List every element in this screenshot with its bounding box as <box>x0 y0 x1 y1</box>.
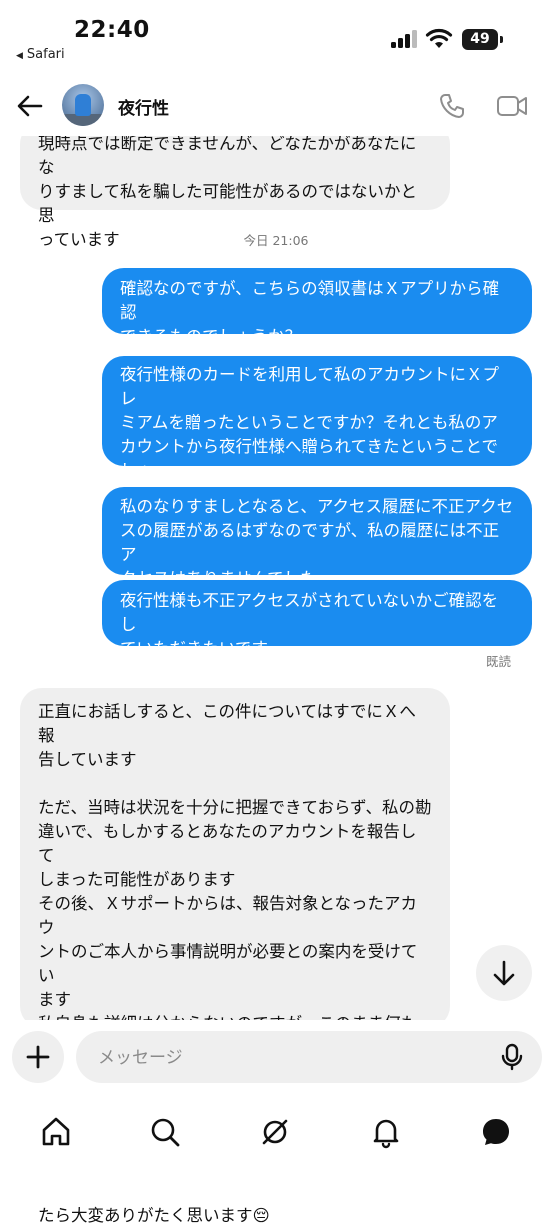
message-input-container[interactable] <box>76 1031 542 1085</box>
microphone-icon[interactable] <box>498 1043 526 1071</box>
conversation-header: 夜行性 <box>0 76 552 136</box>
outgoing-message[interactable]: 私のなりすましとなると、アクセス履歴に不正アクセ スの履歴があるはずなのですが、… <box>102 487 532 588</box>
message-input[interactable] <box>96 1031 490 1085</box>
explore-icon[interactable] <box>253 1110 297 1154</box>
outgoing-message[interactable]: 確認なのですが、こちらの領収書はＸアプリから確認 できるものでしょうか？ <box>102 268 532 346</box>
signal-icon <box>391 30 419 48</box>
messages-icon[interactable] <box>474 1110 518 1154</box>
plus-icon <box>26 1045 50 1069</box>
bottom-tab-bar <box>0 1100 552 1199</box>
status-bar: 22:40 ◀ Safari 49 <box>0 0 552 70</box>
notifications-icon[interactable] <box>364 1110 408 1154</box>
message-timestamp: 今日 21:06 <box>243 233 309 248</box>
outgoing-message[interactable]: 夜行性様のカードを利用して私のアカウントにＸプレ ミアムを贈ったということですか… <box>102 356 532 504</box>
phone-icon[interactable] <box>438 92 466 120</box>
contact-avatar[interactable] <box>62 84 104 126</box>
message-composer <box>0 1020 552 1100</box>
battery-cap <box>500 36 503 43</box>
back-to-app-link[interactable]: ◀ Safari <box>16 47 65 62</box>
status-time: 22:40 <box>74 17 150 43</box>
incoming-message[interactable]: 正直にお話しすると、この件についてはすでにＸへ報 告しています ただ、当時は状況… <box>20 688 450 1225</box>
back-app-label: Safari <box>26 47 65 62</box>
home-icon[interactable] <box>34 1110 78 1154</box>
battery-indicator: 49 <box>462 29 498 50</box>
scroll-to-bottom-button[interactable] <box>476 945 532 1001</box>
read-receipt: 既読 <box>486 654 512 669</box>
contact-name[interactable]: 夜行性 <box>118 94 169 119</box>
arrow-down-icon <box>493 960 515 986</box>
outgoing-message[interactable]: 夜行性様も不正アクセスがされていないかご確認をし ていただきたいです。 <box>102 580 532 658</box>
wifi-icon <box>425 28 453 48</box>
back-arrow-icon[interactable] <box>16 92 44 120</box>
video-call-icon[interactable] <box>496 92 528 120</box>
search-icon[interactable] <box>143 1110 187 1154</box>
add-attachment-button[interactable] <box>12 1031 64 1083</box>
